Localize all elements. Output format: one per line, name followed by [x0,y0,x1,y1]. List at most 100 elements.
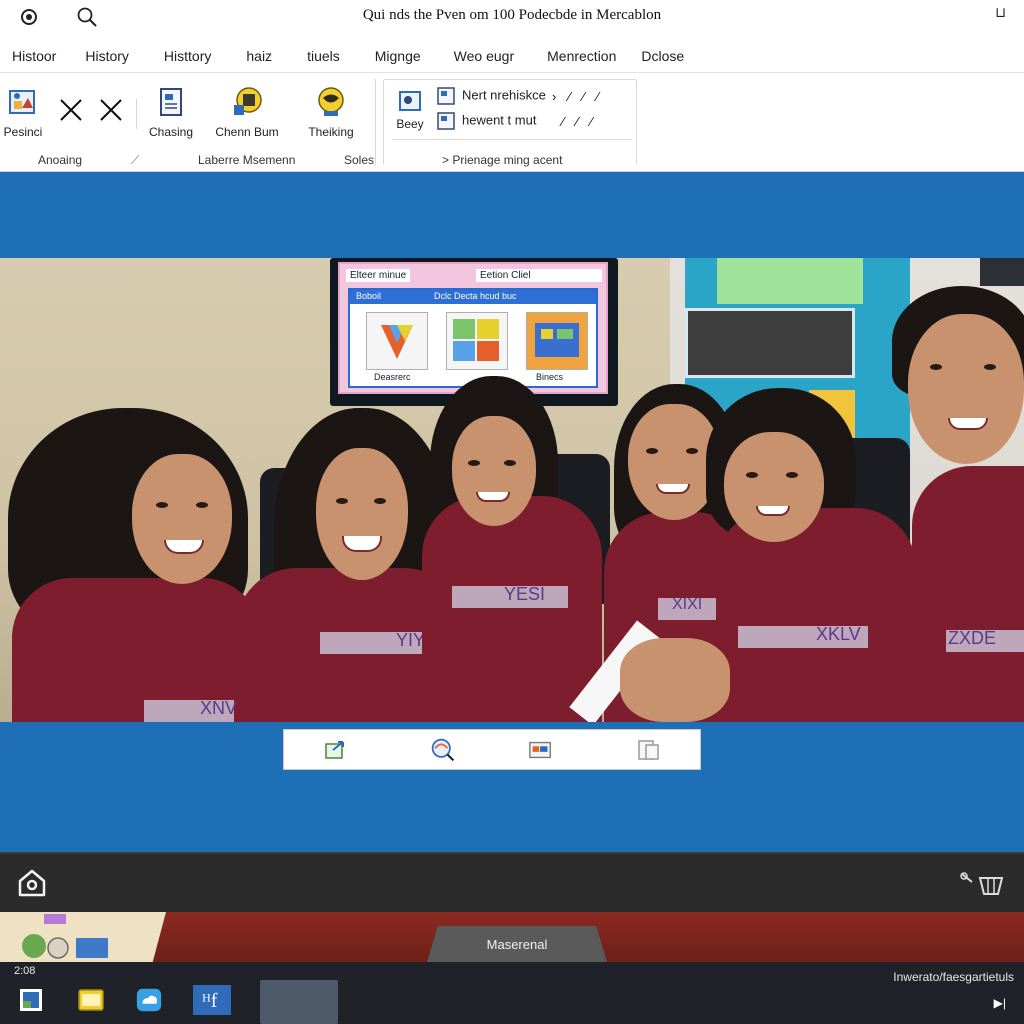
classroom-photo: Elteer minue Eetion Cliel Boboil Dclc De… [0,258,1024,722]
play-icon[interactable]: ▶| [994,996,1006,1010]
desk-strip: Maserenal [0,912,1024,962]
globe-search-icon[interactable] [430,737,456,763]
beey-button[interactable]: Beey [390,87,430,131]
menu-item-dclose[interactable]: Dclose [627,48,695,64]
image-edit-icon [6,85,40,119]
shirt [716,508,916,722]
globe-icon [314,85,348,119]
ribbon-row-1[interactable]: Nert nrehiskce [436,87,546,105]
monitor-tile [366,312,428,370]
active-window-button[interactable] [260,980,338,1024]
menu-item-weo-eugr[interactable]: Weo eugr [432,48,525,64]
main-stage: Elteer minue Eetion Cliel Boboil Dclc De… [0,172,1024,852]
shirt-print-text: XNV [200,698,238,718]
ribbon-divider [136,99,137,129]
shirt [912,466,1024,722]
menu-item-mignge[interactable]: Mignge [351,48,432,64]
poster [685,308,855,378]
shirt-print-text: XKLV [816,624,861,644]
ribbon-row-1-label: Nert nrehiskce [462,87,546,103]
menu-bar: Histoor History Histtory haiz tiuels Mig… [0,40,1024,72]
taskbar: 2:08 ᴴf Inwerato/faesgartietuls ▶| [0,962,1024,1024]
shelf [0,912,166,962]
export-icon[interactable] [322,737,348,763]
maserenal-tab[interactable]: Maserenal [427,926,607,962]
close-icon [54,93,88,127]
document-icon [436,112,456,130]
shirt-print-text: XIXI [672,596,703,613]
basket-icon[interactable] [958,868,1006,898]
wall-speaker [980,258,1024,286]
chasing-label: Chasing [148,125,194,139]
group-launcher-icon[interactable]: ⟋ [131,153,139,168]
ribbon-divider [375,79,376,165]
window-control-button[interactable]: ⊔ [995,4,1006,21]
desk-items [22,914,108,959]
pesinci-label: Pesinci [3,125,43,139]
menu-item-history[interactable]: History [67,48,140,64]
taskbar-status-text: Inwerato/faesgartietuls [893,970,1014,984]
face [452,416,536,526]
monitor-tile-label: Deasrerc [374,372,411,382]
ribbon-row-2[interactable]: hewent t mut [436,112,536,130]
taskbar-time: 2:08 [14,965,36,977]
monitor-tile [526,312,588,370]
chenn-bum-label: Chenn Bum [215,125,279,139]
group-label-soles: Soles [344,153,375,167]
shirt [422,496,602,722]
group-label-laberre: Laberre Msemenn [198,153,296,167]
window-title: Qui nds the Pven om 100 Podecbde in Merc… [362,7,662,23]
face [316,448,408,580]
face [132,454,232,584]
gallery-icon[interactable] [528,737,554,763]
cloud-icon[interactable] [135,986,163,1014]
delete-button[interactable] [96,93,126,133]
face [724,432,824,542]
app-tf-icon[interactable]: ᴴf [193,985,231,1015]
ribbon-divider [392,139,632,140]
menu-item-haiz[interactable]: haiz [222,48,283,64]
files-icon[interactable] [636,737,662,763]
monitor-window: Boboil Dclc Decta hcud buc Deasrerc Bine… [348,288,598,388]
ribbon-toolbar: Pesinci Chasing Chenn Bum Theiking Anoai… [0,72,1024,172]
cut-button[interactable] [56,93,86,133]
monitor-screen: Elteer minue Eetion Cliel Boboil Dclc De… [338,262,608,394]
pesinci-button[interactable]: Pesinci [2,85,44,139]
chenn-bum-button[interactable]: Chenn Bum [212,85,282,139]
document-icon [154,85,188,119]
theiking-button[interactable]: Theiking [300,85,362,139]
poster [717,258,863,304]
monitor-tab-right: Eetion Cliel [476,269,602,282]
svg-text:ᴴf: ᴴf [202,990,218,1012]
title-bar: Qui nds the Pven om 100 Podecbde in Merc… [0,0,1024,34]
menu-item-histtory[interactable]: Histtory [140,48,222,64]
badge-icon [230,85,264,119]
menu-item-histoor[interactable]: Histoor [0,48,67,64]
notes-icon[interactable] [77,986,105,1014]
hand [620,638,730,722]
monitor-window-header: Boboil Dclc Decta hcud buc [350,290,596,304]
chasing-button[interactable]: Chasing [146,85,196,139]
group-label-prienage: > Prienage ming acent [442,153,563,167]
ribbon-row-2-label: hewent t mut [462,112,537,128]
menu-item-menrection[interactable]: Menrection [525,48,627,64]
monitor-tile [446,312,508,370]
monitor-tile-label: Binecs [536,372,564,382]
home-icon[interactable] [17,868,47,898]
shirt-print-text: YESI [504,584,546,604]
monitor-tab-left: Elteer minue [346,269,411,282]
close-icon [94,93,128,127]
monitor-header-right: Dclc Decta hcud buc [434,291,517,301]
image-icon [396,87,424,115]
beey-label: Beey [396,117,424,131]
document-icon [436,87,456,105]
menu-item-tiuels[interactable]: tiuels [283,48,351,64]
theiking-label: Theiking [308,125,354,139]
chevron-icons-row-2[interactable]: ⁄⁄⁄ [562,114,605,129]
start-icon[interactable] [17,986,45,1014]
app-dock [283,729,701,770]
face [908,314,1024,464]
chevron-icons-row-1[interactable]: ›⁄⁄⁄ [552,89,611,104]
monitor-header-left: Boboil [356,291,382,301]
bottom-panel [0,852,1024,912]
